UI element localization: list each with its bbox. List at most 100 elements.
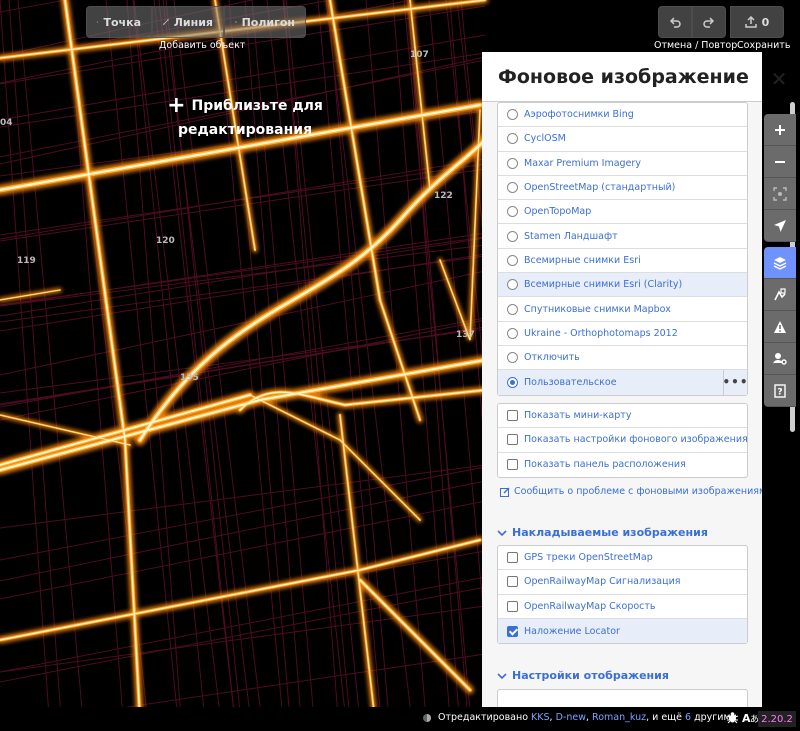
- radio-button[interactable]: [507, 376, 518, 388]
- zoom-to-selection-button[interactable]: [764, 178, 796, 210]
- report-imagery-issue-link[interactable]: Сообщить о проблеме с фоновыми изображен…: [500, 486, 762, 497]
- map-data-panel-button[interactable]: [764, 279, 796, 311]
- help-icon: ?: [774, 383, 786, 398]
- redo-button[interactable]: [692, 6, 726, 38]
- help-panel-button[interactable]: ?: [764, 375, 796, 407]
- background-panel-button[interactable]: [764, 247, 796, 279]
- undo-redo-toolbar: [658, 6, 726, 38]
- checkbox[interactable]: [507, 625, 518, 637]
- plus-icon: +: [167, 93, 186, 118]
- checkbox[interactable]: [507, 434, 518, 446]
- undo-icon: [669, 17, 681, 28]
- line-icon: [163, 19, 169, 25]
- display-options-section-title: Настройки отображения: [512, 669, 669, 682]
- map-controls: [764, 114, 796, 242]
- option-label: OpenTopoMap: [524, 206, 592, 218]
- background-list: Аэрофотоснимки Bing CyclOSM Maxar Premium …: [497, 102, 748, 396]
- close-panel-button[interactable]: ✕: [767, 68, 791, 90]
- add-point-button[interactable]: Точка: [86, 6, 152, 38]
- contributor-link[interactable]: Roman_kuz: [592, 712, 646, 723]
- contributor-link[interactable]: D-new: [556, 712, 586, 723]
- map-label: 122: [434, 191, 453, 201]
- background-option[interactable]: Ukraine - Orthophotomaps 2012: [498, 322, 747, 346]
- option-label: OpenStreetMap (стандартный): [524, 182, 676, 194]
- option-label: Показать настройки фонового изображения: [524, 434, 748, 446]
- panel-toggles: ?: [764, 247, 796, 407]
- checkbox-option[interactable]: Наложение Locator: [498, 618, 747, 644]
- checkbox[interactable]: [507, 410, 518, 422]
- bug-icon: [726, 712, 739, 724]
- custom-background-settings-button[interactable]: •••: [723, 370, 748, 395]
- checkbox-option[interactable]: Показать мини-карту: [498, 404, 747, 429]
- zoom-to-edit-hint[interactable]: + Приблизьте для редактирования: [160, 94, 330, 142]
- other-contributors-link[interactable]: 6: [685, 712, 691, 723]
- contributor-link[interactable]: KKS: [531, 712, 550, 723]
- option-label: Всемирные снимки Esri (Clarity): [524, 279, 683, 291]
- save-caption: Сохранить: [737, 40, 791, 51]
- radio-button[interactable]: [507, 109, 518, 121]
- background-option[interactable]: Аэрофотоснимки Bing: [498, 103, 747, 128]
- preferences-panel-button[interactable]: [764, 343, 796, 375]
- version-badge[interactable]: 2.20.2: [758, 711, 796, 727]
- overlays-section-toggle[interactable]: Накладываемые изображения: [497, 526, 708, 539]
- redo-icon: [703, 17, 715, 28]
- background-option[interactable]: Maxar Premium Imagery: [498, 152, 747, 176]
- checkbox-option[interactable]: Показать настройки фонового изображения: [498, 428, 748, 453]
- radio-button[interactable]: [507, 206, 518, 218]
- undo-button[interactable]: [658, 6, 692, 38]
- radio-button[interactable]: [507, 230, 518, 242]
- background-options-list: Показать мини-карту Показать настройки фо…: [497, 403, 748, 478]
- add-feature-caption: Добавить объект: [159, 40, 246, 51]
- radio-button[interactable]: [507, 279, 518, 291]
- bug-report-button[interactable]: Aあ: [726, 711, 759, 724]
- zoom-hint-line2: редактирования: [177, 122, 313, 138]
- issues-panel-button[interactable]: [764, 311, 796, 343]
- background-option[interactable]: CyclOSM: [498, 127, 747, 152]
- option-label: Всемирные снимки Esri: [524, 254, 641, 266]
- checkbox[interactable]: [507, 600, 518, 612]
- background-option[interactable]: Спутниковые снимки Mapbox: [498, 297, 747, 322]
- user-settings-icon: [773, 352, 787, 365]
- checkbox-option[interactable]: Показать панель расположения: [498, 453, 747, 477]
- background-option[interactable]: Всемирные снимки Esri: [498, 249, 747, 274]
- map-label: 137: [456, 330, 475, 340]
- radio-button[interactable]: [507, 133, 518, 145]
- add-polygon-button[interactable]: Полигон: [224, 6, 306, 38]
- chevron-down-icon: [497, 529, 507, 536]
- radio-button[interactable]: [507, 303, 518, 315]
- zoom-hint-line1: Приблизьте для: [191, 98, 323, 114]
- checkbox-option[interactable]: GPS треки OpenStreetMap: [498, 546, 747, 571]
- background-panel: Фоновое изображение Аэрофотоснимки Bing C…: [482, 52, 762, 707]
- radio-button[interactable]: [507, 182, 518, 194]
- background-option[interactable]: Всемирные снимки Esri (Clarity): [498, 273, 747, 298]
- save-button[interactable]: 0: [730, 6, 784, 38]
- checkbox-option[interactable]: OpenRailwayMap Скорость: [498, 595, 747, 619]
- background-option[interactable]: OpenTopoMap: [498, 200, 747, 225]
- undo-redo-caption: Отмена / Повтор: [654, 40, 738, 51]
- map-data-icon: [774, 287, 786, 300]
- panel-body[interactable]: Аэрофотоснимки Bing CyclOSM Maxar Premium …: [482, 102, 762, 707]
- radio-button[interactable]: [507, 157, 518, 169]
- radio-button[interactable]: [507, 254, 518, 266]
- option-label: OpenRailwayMap Скорость: [524, 600, 656, 612]
- background-option[interactable]: OpenStreetMap (стандартный): [498, 176, 747, 201]
- map-label: 04: [0, 118, 13, 128]
- svg-text:?: ?: [777, 387, 782, 397]
- zoom-in-button[interactable]: [764, 114, 796, 146]
- geolocate-button[interactable]: [764, 210, 796, 242]
- checkbox[interactable]: [507, 576, 518, 588]
- display-options-section-toggle[interactable]: Настройки отображения: [497, 669, 669, 682]
- checkbox[interactable]: [507, 459, 518, 471]
- background-option[interactable]: Stamen Ландшафт: [498, 224, 747, 249]
- background-option[interactable]: Пользовательское •••: [498, 370, 748, 395]
- add-line-button[interactable]: Линия: [152, 6, 224, 38]
- warning-icon: [774, 320, 786, 333]
- location-arrow-icon: [774, 219, 786, 232]
- radio-button[interactable]: [507, 352, 518, 364]
- save-count: 0: [761, 15, 770, 29]
- zoom-out-button[interactable]: [764, 146, 796, 178]
- radio-button[interactable]: [507, 327, 518, 339]
- checkbox-option[interactable]: OpenRailwayMap Сигнализация: [498, 570, 747, 595]
- checkbox[interactable]: [507, 552, 518, 564]
- background-option[interactable]: Отключить: [498, 346, 747, 371]
